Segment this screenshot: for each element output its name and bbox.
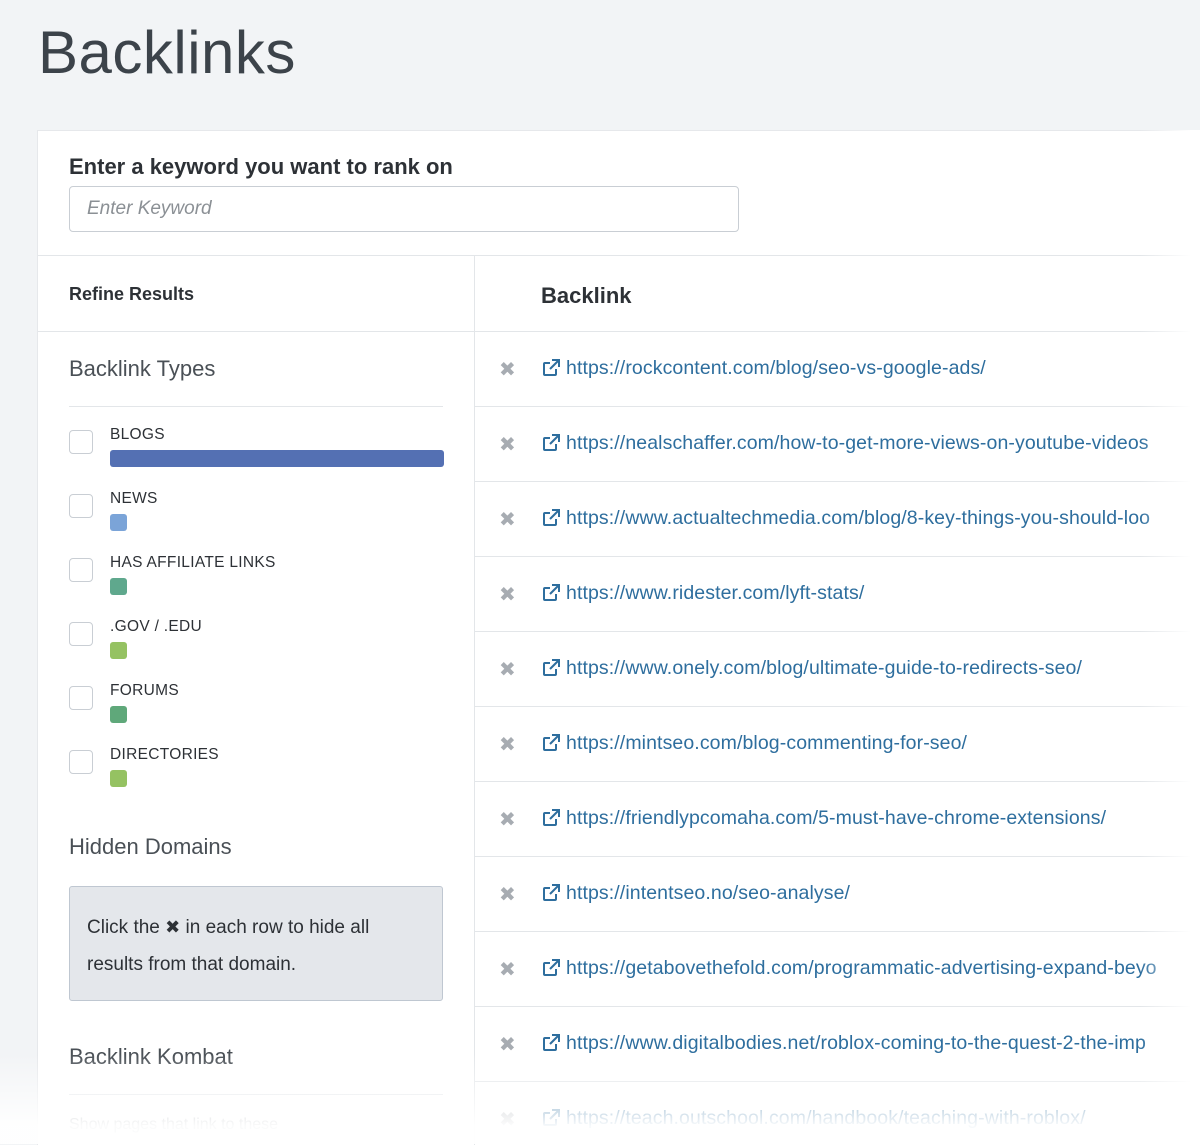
external-link-icon [541,358,561,378]
backlink-type-filter[interactable]: .GOV / .EDU [69,618,444,674]
hide-domain-icon[interactable]: ✖ [499,732,516,757]
hide-domain-icon[interactable]: ✖ [499,507,516,532]
external-link-icon [541,733,561,753]
backlink-url-link[interactable]: https://nealschaffer.com/how-to-get-more… [566,432,1149,455]
filter-checkbox[interactable] [69,686,93,710]
hide-domain-icon[interactable]: ✖ [499,432,516,457]
keyword-section: Enter a keyword you want to rank on [38,131,1200,256]
backlink-column-header: Backlink [541,283,632,308]
backlink-kombat-description: Show pages that link to these [69,1116,279,1133]
backlink-list: ✖ https://rockcontent.com/blog/seo-vs-goo… [475,332,1200,1145]
divider [69,406,443,407]
filter-checkbox[interactable] [69,494,93,518]
filter-label: BLOGS [110,426,165,443]
hide-domain-icon[interactable]: ✖ [499,582,516,607]
filter-count-bar [110,578,127,595]
filter-checkbox[interactable] [69,750,93,774]
backlink-type-filter[interactable]: NEWS [69,490,444,546]
hide-domain-icon[interactable]: ✖ [499,807,516,832]
results-panel: Backlink ✖ https://rockcontent.com/blog/s… [475,256,1200,1145]
backlink-url-link[interactable]: https://www.digitalbodies.net/roblox-com… [566,1032,1146,1055]
hint-text-before: Click the [87,917,160,938]
results-header: Backlink [475,256,1200,332]
keyword-label: Enter a keyword you want to rank on [69,154,453,179]
backlink-type-filter[interactable]: BLOGS [69,426,444,482]
backlinks-card: Enter a keyword you want to rank on Refi… [37,130,1200,1145]
table-row: ✖ https://www.onely.com/blog/ultimate-gui… [475,632,1200,707]
table-row: ✖ https://getabovethefold.com/programmati… [475,932,1200,1007]
table-row: ✖ https://www.digitalbodies.net/roblox-co… [475,1007,1200,1082]
hidden-domains-hint: Click the ✖ in each row to hide all resu… [69,886,443,1001]
backlink-type-filter[interactable]: DIRECTORIES [69,746,444,802]
page-title: Backlinks [38,19,296,86]
external-link-icon [541,508,561,528]
filter-label: DIRECTORIES [110,746,219,763]
hide-domain-icon[interactable]: ✖ [499,1107,516,1132]
backlink-url-link[interactable]: https://rockcontent.com/blog/seo-vs-goog… [566,357,986,380]
table-row: ✖ https://mintseo.com/blog-commenting-for… [475,707,1200,782]
external-link-icon [541,958,561,978]
hide-domain-icon[interactable]: ✖ [499,882,516,907]
backlink-url-link[interactable]: https://getabovethefold.com/programmatic… [566,957,1157,980]
filter-label: NEWS [110,490,158,507]
external-link-icon [541,1033,561,1053]
refine-results-label: Refine Results [69,284,195,304]
hide-domain-icon[interactable]: ✖ [499,357,516,382]
table-row: ✖ https://teach.outschool.com/handbook/te… [475,1082,1200,1145]
backlink-url-link[interactable]: https://mintseo.com/blog-commenting-for-… [566,732,967,755]
backlink-url-link[interactable]: https://www.onely.com/blog/ultimate-guid… [566,657,1082,680]
filter-count-bar [110,450,444,467]
table-row: ✖ https://nealschaffer.com/how-to-get-mor… [475,407,1200,482]
filter-label: FORUMS [110,682,179,699]
backlink-type-filter[interactable]: HAS AFFILIATE LINKS [69,554,444,610]
table-row: ✖ https://intentseo.no/seo-analyse/ [475,857,1200,932]
backlink-url-link[interactable]: https://www.ridester.com/lyft-stats/ [566,582,864,605]
filter-label: .GOV / .EDU [110,618,203,635]
filter-count-bar [110,706,127,723]
external-link-icon [541,883,561,903]
filter-checkbox[interactable] [69,558,93,582]
backlink-url-link[interactable]: https://friendlypcomaha.com/5-must-have-… [566,807,1106,830]
filter-count-bar [110,642,127,659]
table-row: ✖ https://friendlypcomaha.com/5-must-have… [475,782,1200,857]
backlink-url-link[interactable]: https://intentseo.no/seo-analyse/ [566,882,850,905]
refine-sidebar: Refine Results Backlink Types BLOGS NEWS H… [38,256,475,1145]
filter-count-bar [110,514,127,531]
hide-domain-icon[interactable]: ✖ [499,657,516,682]
hide-domain-icon[interactable]: ✖ [499,957,516,982]
external-link-icon [541,808,561,828]
backlink-kombat-title: Backlink Kombat [69,1044,233,1069]
external-link-icon [541,658,561,678]
filter-count-bar [110,770,127,787]
backlink-types-title: Backlink Types [69,356,216,381]
table-row: ✖ https://www.ridester.com/lyft-stats/ [475,557,1200,632]
external-link-icon [541,433,561,453]
filter-checkbox[interactable] [69,622,93,646]
filter-checkbox[interactable] [69,430,93,454]
refine-header: Refine Results [38,256,474,332]
table-row: ✖ https://www.actualtechmedia.com/blog/8-… [475,482,1200,557]
external-link-icon [541,1108,561,1128]
external-link-icon [541,583,561,603]
backlink-url-link[interactable]: https://www.actualtechmedia.com/blog/8-k… [566,507,1150,530]
hidden-domains-title: Hidden Domains [69,834,232,859]
filter-label: HAS AFFILIATE LINKS [110,554,276,571]
table-row: ✖ https://rockcontent.com/blog/seo-vs-goo… [475,332,1200,407]
hide-domain-icon[interactable]: ✖ [499,1032,516,1057]
backlink-type-filter[interactable]: FORUMS [69,682,444,738]
backlink-url-link[interactable]: https://teach.outschool.com/handbook/tea… [566,1107,1086,1130]
divider [69,1094,443,1095]
keyword-input[interactable] [69,186,739,232]
close-icon: ✖ [165,917,181,937]
